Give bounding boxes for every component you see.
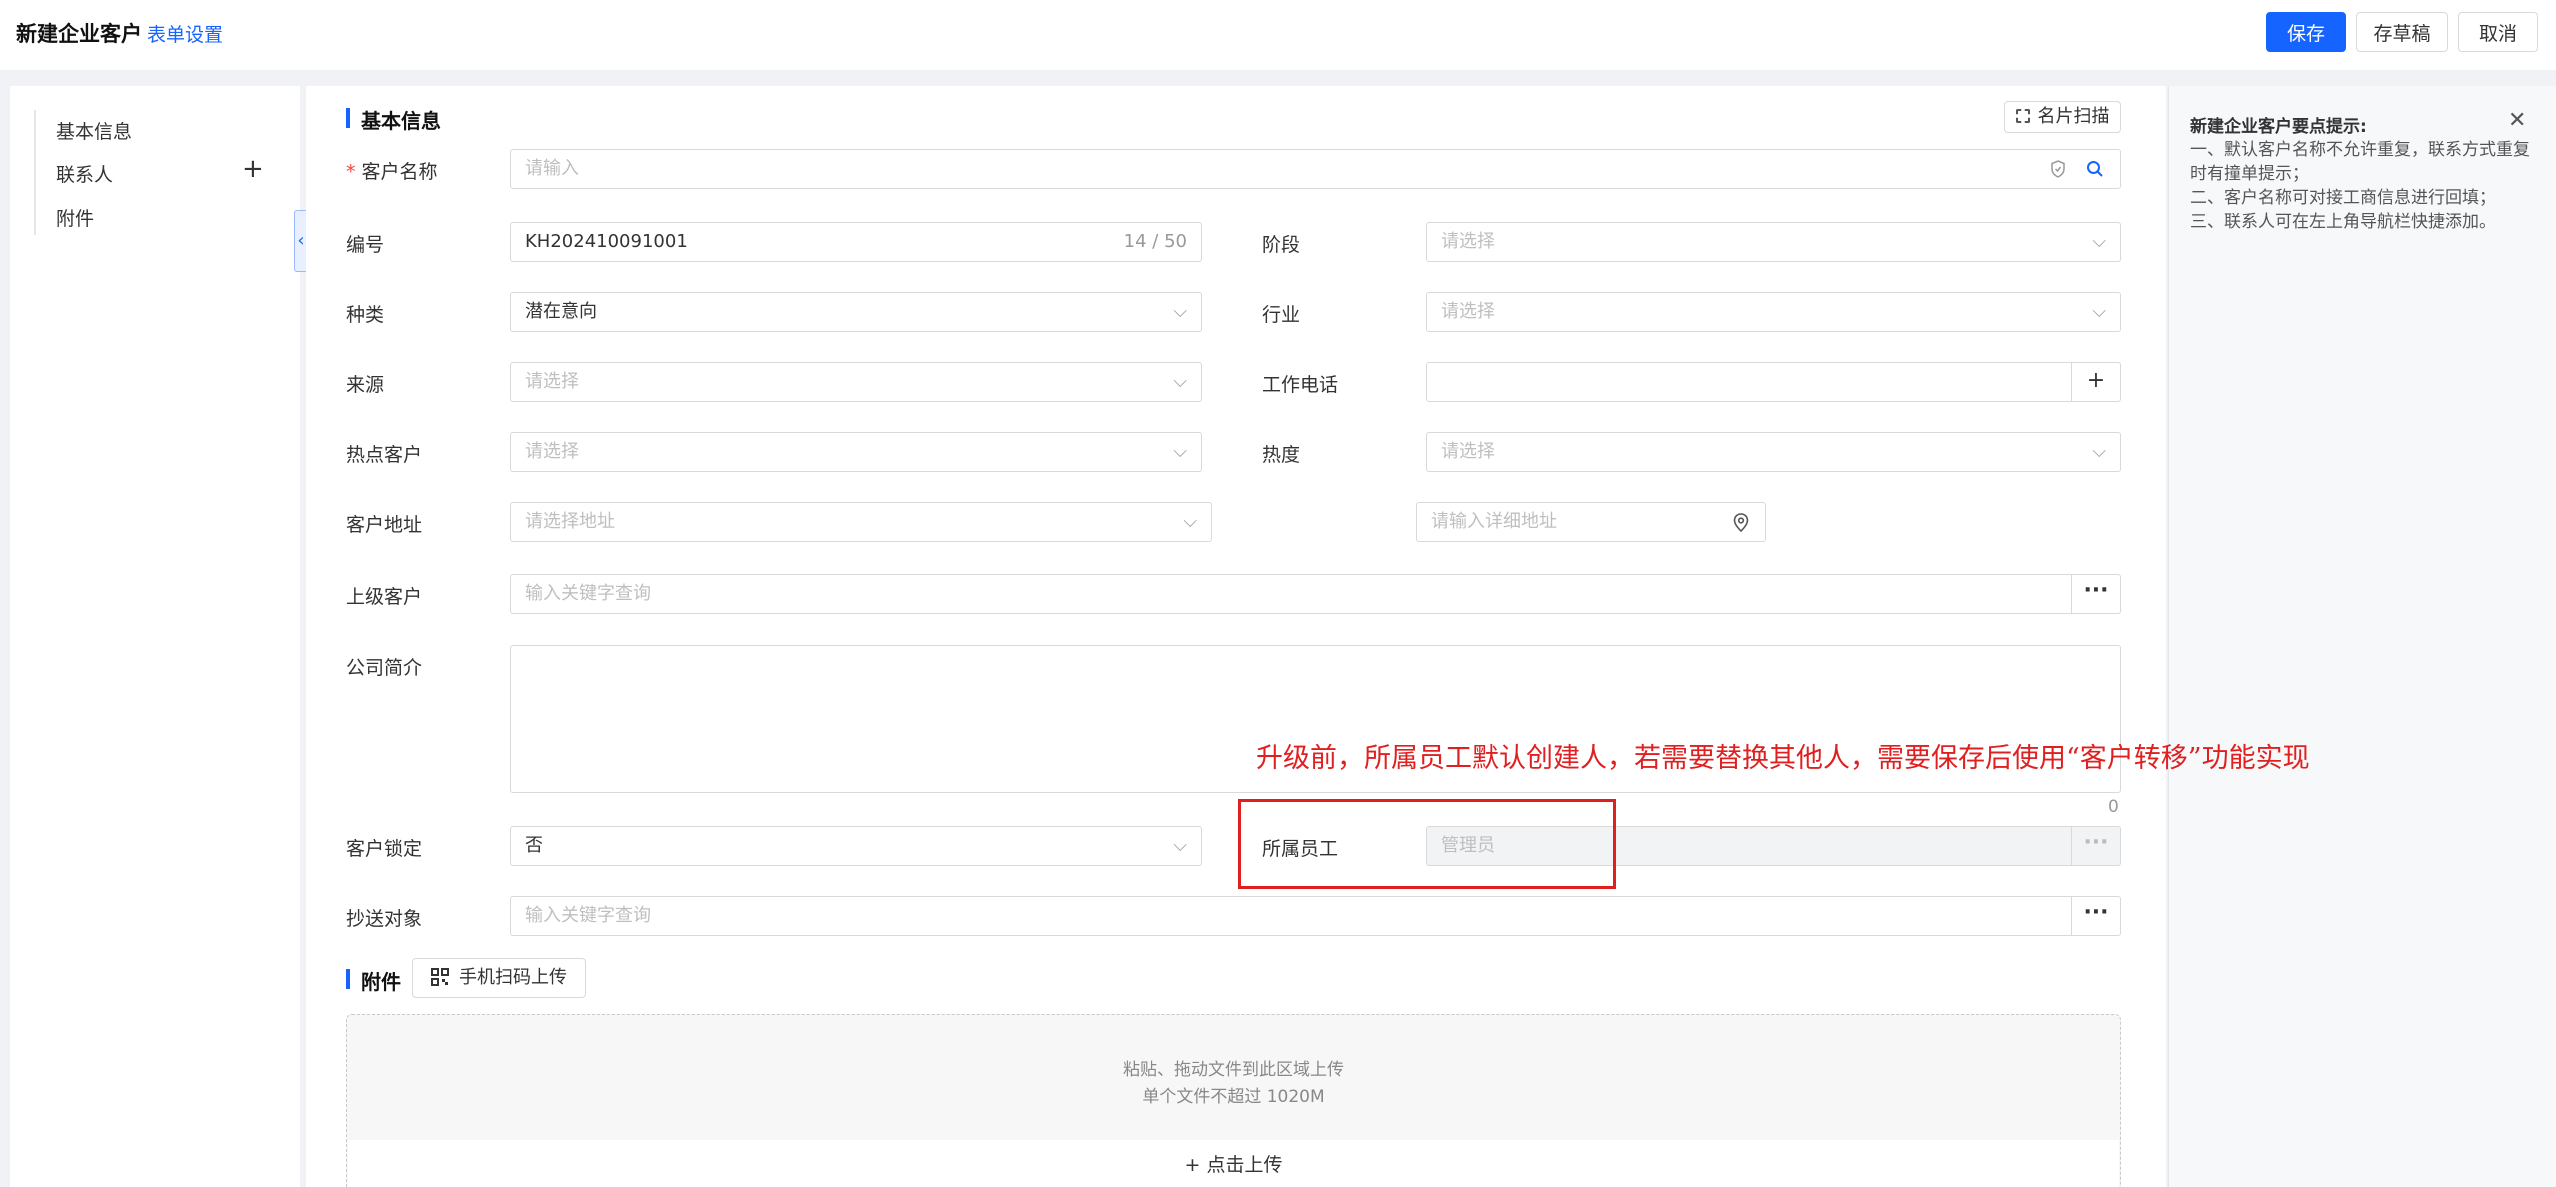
code-label: 编号 — [346, 234, 385, 256]
parent-customer-input[interactable]: 输入关键字查询 — [510, 574, 2072, 614]
chevron-down-icon: ⌵ — [1173, 301, 1187, 322]
nav-item-basic-info[interactable]: 基本信息 — [56, 117, 132, 144]
tips-panel — [2168, 86, 2556, 1187]
upload-hint-line1: 粘贴、拖动文件到此区域上传 — [1123, 1060, 1344, 1080]
company-intro-label: 公司简介 — [346, 657, 423, 679]
customer-name-input[interactable]: 请输入 — [510, 149, 2121, 189]
chevron-down-icon: ⌵ — [2092, 441, 2106, 462]
tips-title: 新建企业客户要点提示: — [2190, 117, 2367, 137]
source-label: 来源 — [346, 374, 385, 396]
annotation-text: 升级前，所属员工默认创建人，若需要替换其他人，需要保存后使用“客户转移”功能实现 — [1256, 743, 2310, 774]
card-scan-label: 名片扫描 — [2037, 106, 2110, 127]
scan-icon — [2015, 109, 2030, 123]
industry-select[interactable]: 请选择 ⌵ — [1426, 292, 2121, 332]
customer-name-label: * 客户名称 — [346, 161, 438, 183]
card-scan-button[interactable]: 名片扫描 — [2004, 101, 2121, 133]
shield-icon[interactable] — [2050, 160, 2066, 178]
address-label: 客户地址 — [346, 514, 423, 536]
annotation-highlight-box — [1238, 799, 1616, 889]
work-phone-label: 工作电话 — [1262, 374, 1339, 396]
qr-upload-button[interactable]: 手机扫码上传 — [412, 958, 586, 998]
section-marker — [346, 969, 350, 989]
top-bar — [0, 0, 2556, 70]
chevron-down-icon: ⌵ — [1173, 835, 1187, 856]
nav-divider — [34, 110, 36, 235]
code-input[interactable]: KH202410091001 14 / 50 — [510, 222, 1202, 262]
cancel-button[interactable]: 取消 — [2458, 12, 2538, 52]
heat-label: 热度 — [1262, 444, 1301, 466]
click-upload-button[interactable]: + 点击上传 — [348, 1140, 2119, 1187]
work-phone-input[interactable] — [1426, 362, 2072, 402]
tip-line-2: 二、客户名称可对接工商信息进行回填； — [2190, 188, 2496, 208]
parent-customer-label: 上级客户 — [346, 586, 423, 608]
attachment-title: 附件 — [361, 970, 401, 994]
upload-hint-line2: 单个文件不超过 1020M — [1142, 1087, 1325, 1107]
section-nav — [10, 86, 300, 1187]
cc-label: 抄送对象 — [346, 908, 423, 930]
company-intro-counter: 0 — [2108, 797, 2119, 817]
section-marker — [346, 108, 350, 128]
source-select[interactable]: 请选择 ⌵ — [510, 362, 1202, 402]
qr-code-icon — [431, 968, 449, 986]
search-icon[interactable] — [2086, 160, 2104, 178]
basic-info-title: 基本信息 — [361, 109, 441, 133]
chevron-down-icon: ⌵ — [1183, 511, 1197, 532]
qr-upload-label: 手机扫码上传 — [459, 967, 567, 988]
chevron-down-icon: ⌵ — [1173, 441, 1187, 462]
add-contact-plus-icon[interactable]: + — [242, 154, 264, 184]
form-settings-link[interactable]: 表单设置 — [147, 20, 223, 47]
code-counter: 14 / 50 — [1123, 231, 1187, 252]
stage-label: 阶段 — [1262, 234, 1301, 256]
page-title: 新建企业客户 — [16, 22, 142, 46]
category-select[interactable]: 潜在意向 ⌵ — [510, 292, 1202, 332]
parent-customer-more-button[interactable]: ··· — [2071, 574, 2121, 614]
location-pin-icon[interactable] — [1733, 513, 1749, 532]
chevron-down-icon: ⌵ — [2092, 231, 2106, 252]
hot-customer-select[interactable]: 请选择 ⌵ — [510, 432, 1202, 472]
customer-lock-label: 客户锁定 — [346, 838, 423, 860]
save-button[interactable]: 保存 — [2266, 12, 2346, 52]
cc-input[interactable]: 输入关键字查询 — [510, 896, 2072, 936]
add-phone-button[interactable]: + — [2071, 362, 2121, 402]
chevron-down-icon: ⌵ — [1173, 371, 1187, 392]
tip-line-1: 一、默认客户名称不允许重复，联系方式重复时有撞单提示； — [2190, 140, 2530, 184]
address-detail-input[interactable]: 请输入详细地址 — [1416, 502, 1766, 542]
address-select[interactable]: 请选择地址 ⌵ — [510, 502, 1212, 542]
stage-select[interactable]: 请选择 ⌵ — [1426, 222, 2121, 262]
hot-customer-label: 热点客户 — [346, 444, 423, 466]
customer-lock-select[interactable]: 否 ⌵ — [510, 826, 1202, 866]
tip-line-3: 三、联系人可在左上角导航栏快捷添加。 — [2190, 212, 2496, 232]
chevron-down-icon: ⌵ — [2092, 301, 2106, 322]
cc-more-button[interactable]: ··· — [2071, 896, 2121, 936]
owner-more-button: ··· — [2071, 826, 2121, 866]
industry-label: 行业 — [1262, 304, 1301, 326]
nav-item-attachments[interactable]: 附件 — [56, 204, 94, 231]
heat-select[interactable]: 请选择 ⌵ — [1426, 432, 2121, 472]
required-mark: * — [346, 161, 356, 183]
category-label: 种类 — [346, 304, 385, 326]
close-icon[interactable]: ✕ — [2508, 108, 2526, 133]
nav-item-contacts[interactable]: 联系人 — [56, 160, 113, 187]
save-draft-button[interactable]: 存草稿 — [2356, 12, 2448, 52]
